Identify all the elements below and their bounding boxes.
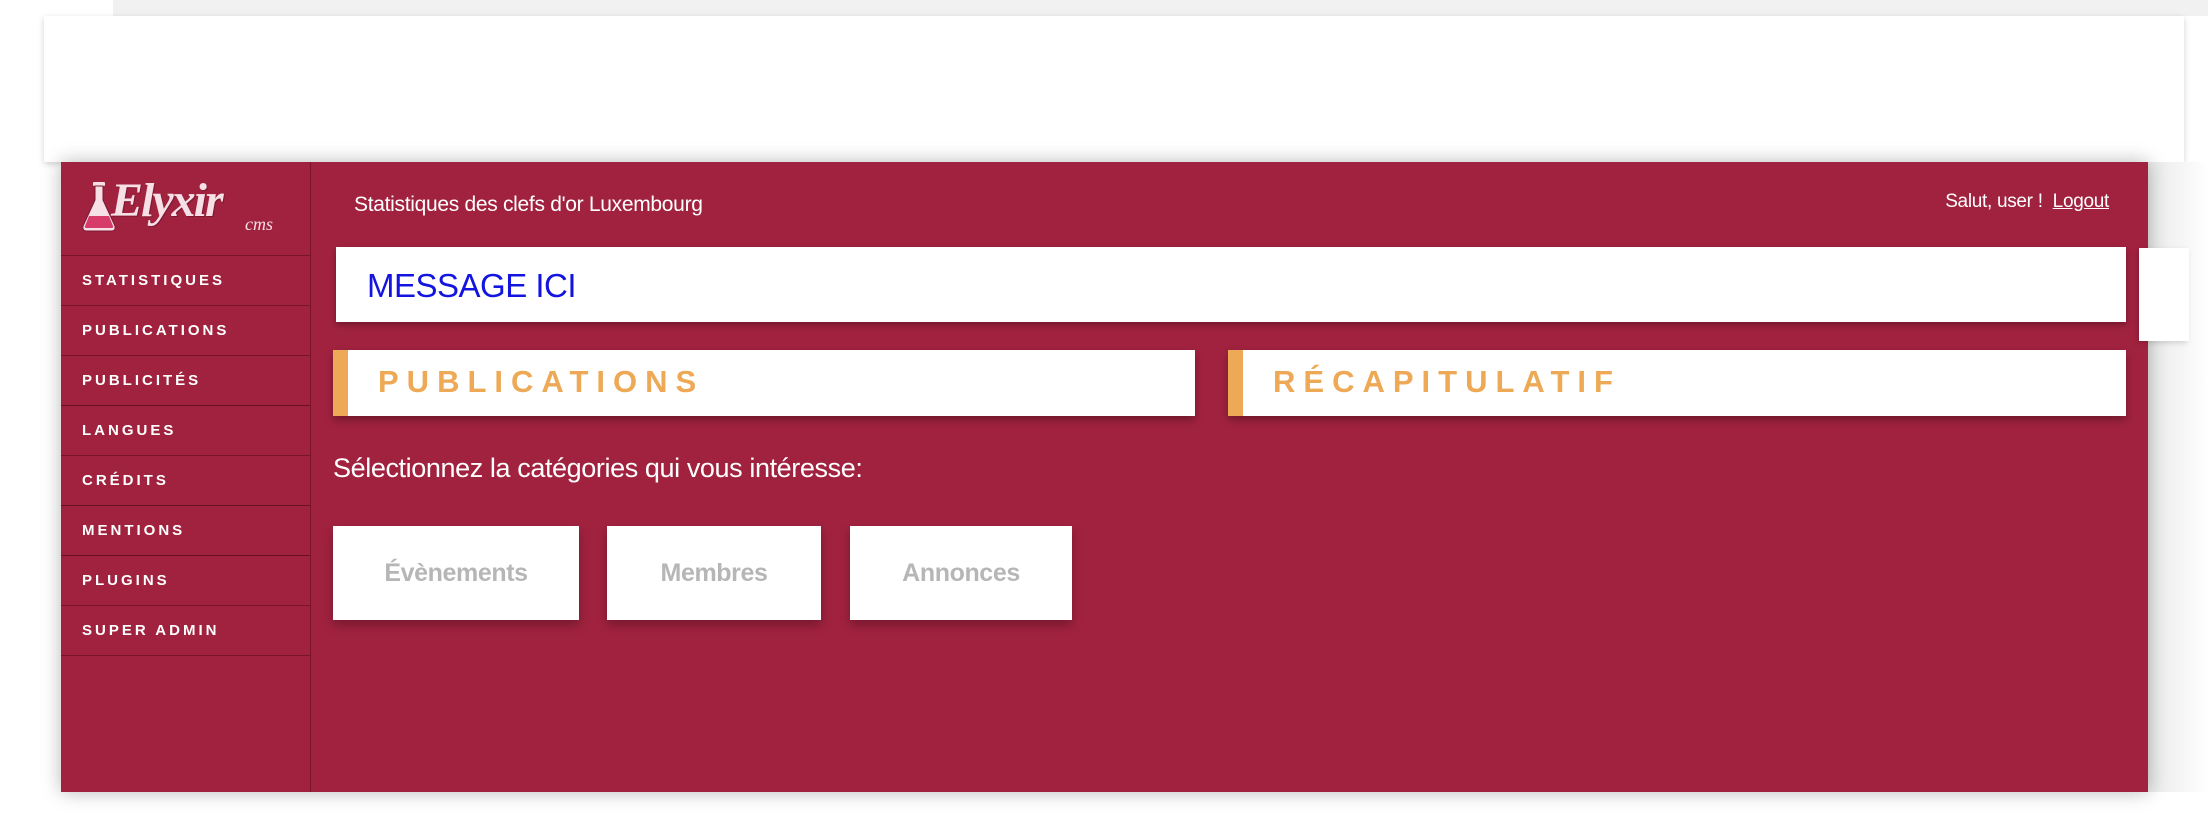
message-banner-edge [2139, 248, 2189, 341]
category-button-annonces[interactable]: Annonces [850, 526, 1072, 620]
sidebar: Elyxir cms STATISTIQUES PUBLICATIONS PUB… [61, 162, 311, 792]
sidebar-item-mentions[interactable]: MENTIONS [61, 506, 310, 556]
sidebar-nav: STATISTIQUES PUBLICATIONS PUBLICITÉS LAN… [61, 255, 310, 656]
page-title: Statistiques des clefs d'or Luxembourg [354, 193, 703, 216]
sidebar-item-plugins[interactable]: PLUGINS [61, 556, 310, 606]
message-banner: MESSAGE ICI [336, 247, 2126, 322]
sidebar-item-publications[interactable]: PUBLICATIONS [61, 306, 310, 356]
app-window: Elyxir cms STATISTIQUES PUBLICATIONS PUB… [61, 162, 2148, 792]
publications-panel[interactable]: PUBLICATIONS [333, 350, 1195, 416]
user-area: Salut, user ! Logout [1945, 191, 2109, 213]
logo-subtext: cms [245, 214, 273, 234]
sidebar-item-langues[interactable]: LANGUES [61, 406, 310, 456]
category-prompt: Sélectionnez la catégories qui vous inté… [333, 453, 863, 483]
sidebar-item-super-admin[interactable]: SUPER ADMIN [61, 606, 310, 656]
category-button-membres[interactable]: Membres [607, 526, 821, 620]
sidebar-item-publicites[interactable]: PUBLICITÉS [61, 356, 310, 406]
top-banner [44, 16, 2184, 162]
logo[interactable]: Elyxir cms [75, 176, 295, 236]
sidebar-item-credits[interactable]: CRÉDITS [61, 456, 310, 506]
logo-text: Elyxir [111, 174, 224, 227]
category-button-evenements[interactable]: Évènements [333, 526, 579, 620]
logout-link[interactable]: Logout [2053, 191, 2110, 212]
top-strip [113, 0, 2208, 16]
recap-panel[interactable]: RÉCAPITULATIF [1228, 350, 2126, 416]
greeting-text: Salut, user ! [1945, 191, 2043, 212]
message-text: MESSAGE ICI [367, 267, 577, 304]
publications-panel-title: PUBLICATIONS [378, 364, 705, 399]
sidebar-item-statistiques[interactable]: STATISTIQUES [61, 256, 310, 306]
recap-panel-title: RÉCAPITULATIF [1273, 364, 1621, 399]
